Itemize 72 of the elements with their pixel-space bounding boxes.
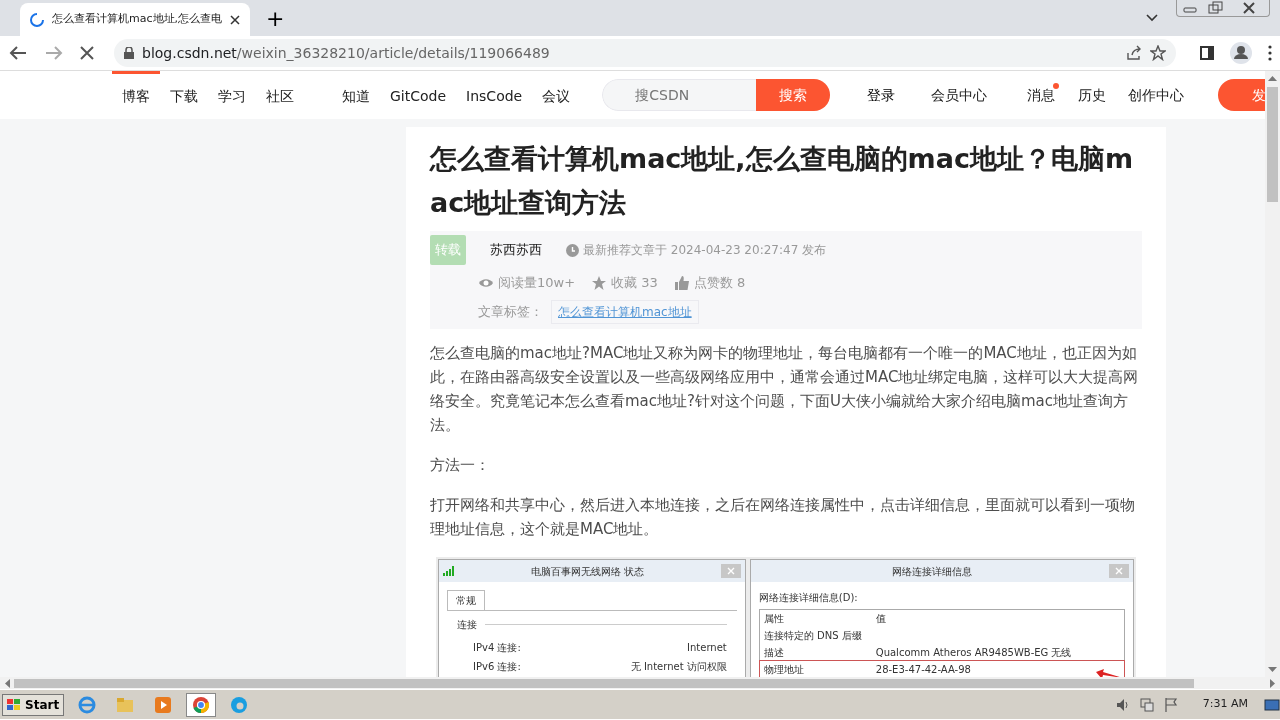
network-icon[interactable] [1138,696,1155,713]
author-link[interactable]: 苏西苏西 [490,240,542,260]
star-icon [591,275,608,291]
tab-title: 怎么查看计算机mac地址,怎么查电 [52,11,222,28]
stat-text: 点赞数 8 [693,274,746,293]
paragraph: 怎么查电脑的mac地址?MAC地址又称为网卡的物理地址，每台电脑都有一个唯一的MAC地址，也正因为如此，在路由器高级安全设置以及一些高级网络应用中，通常会通过MAC地址绑定电脑，这样可以大大提高网络安全。究竟笔记本怎么查看mac地址?针对这个问题，下面U大侠小编就给大家介绍电脑mac地址查询方法。 [430,343,1140,436]
scrollbar-thumb[interactable] [1267,87,1278,202]
star-icon[interactable] [1150,45,1166,61]
clock-icon [566,243,579,257]
new-tab-button[interactable]: + [266,4,285,32]
chevron-down-icon[interactable] [1146,14,1158,22]
publish-date: 最新推荐文章于 2024-04-23 20:27:47 发布 [583,242,827,259]
nav-link[interactable]: 会员中心 [931,84,987,106]
paragraph: 打开网络和共享中心，然后进入本地连接，之后在网络连接属性中，点击详细信息，里面就可以看到一项物理地址信息，这个就是MAC地址。 [430,495,1136,540]
nav-link[interactable]: 下载 [160,71,208,119]
section-label: 连接 [457,618,477,632]
scroll-down-icon[interactable] [1268,667,1277,673]
dialog-title: 网络连接详细信息 [890,564,973,579]
repost-tag: 转载 [430,235,466,265]
scrollbar-thumb[interactable] [14,678,1194,688]
nav-link[interactable]: 学习 [208,71,256,119]
column-header: 值 [875,612,886,626]
field-value: Internet [687,641,727,655]
field-label: IPv4 连接: [473,641,521,655]
column-header: 属性 [763,612,785,626]
show-desktop-icon[interactable] [1264,697,1280,712]
url-text: blog.csdn.net/weixin_36328210/article/details/119066489 [142,43,551,63]
thumbs-up-icon [673,275,690,291]
stop-icon[interactable] [80,46,94,60]
close-icon[interactable] [230,14,240,25]
address-bar[interactable]: blog.csdn.net/weixin_36328210/article/details/119066489 [114,39,1176,67]
table-row-text: 连接特定的 DNS 后缀 [762,629,863,643]
stat-text: 阅读量10w+ [498,274,576,293]
paragraph: 方法一： [430,455,491,476]
forward-icon[interactable] [44,45,64,61]
scroll-up-icon[interactable] [1268,75,1277,81]
signal-icon [443,566,455,576]
nav-link[interactable]: 知道 [332,71,380,119]
nav-link[interactable]: 历史 [1078,84,1106,106]
field-value: 无 Internet 访问权限 [630,660,727,674]
search-field[interactable]: 搜CSDN [602,79,757,111]
nav-link[interactable]: 博客 [112,71,160,119]
nav-link[interactable]: 社区 [256,71,304,119]
lock-icon [124,47,134,59]
flag-icon[interactable] [1162,696,1179,713]
list-label: 网络连接详细信息(D): [758,591,859,605]
stat-text: 收藏 33 [611,274,658,293]
article-title: 怎么查看计算机mac地址,怎么查电脑的mac地址？电脑mac地址查询方法 [430,142,1135,220]
share-icon[interactable] [1126,45,1142,61]
clock-time[interactable]: 7:31 AM [1202,696,1248,713]
back-icon[interactable] [8,45,28,61]
nav-link[interactable]: 会议 [532,71,581,119]
dialog-title: 电脑百事网无线网络 状态 [530,564,646,579]
nav-link[interactable]: GitCode [380,71,457,119]
nav-link[interactable]: 消息 [1027,84,1055,106]
windows-logo-icon [7,698,21,711]
login-button[interactable]: 登录 [863,76,899,114]
close-icon [1109,564,1129,578]
close-icon [720,564,741,578]
browser-tab[interactable]: 怎么查看计算机mac地址,怎么查电 [20,3,250,36]
nav-link[interactable]: InsCode [456,71,533,119]
scroll-left-icon[interactable] [4,678,10,688]
table-row-text: 描述 Qualcomm Atheros AR9485WB-EG 无线 [762,646,1073,660]
highlighted-row: 物理地址 28-E3-47-42-AA-98 [759,661,1124,677]
scroll-right-icon[interactable] [1270,678,1276,688]
menu-icon[interactable] [1268,45,1272,61]
tags-label: 文章标签： [478,303,543,322]
nav-link[interactable]: 创作中心 [1128,84,1184,106]
side-panel-icon[interactable] [1200,46,1214,60]
profile-icon[interactable] [1230,42,1252,64]
start-button[interactable]: Start [2,693,65,716]
field-label: IPv6 连接: [473,660,521,674]
